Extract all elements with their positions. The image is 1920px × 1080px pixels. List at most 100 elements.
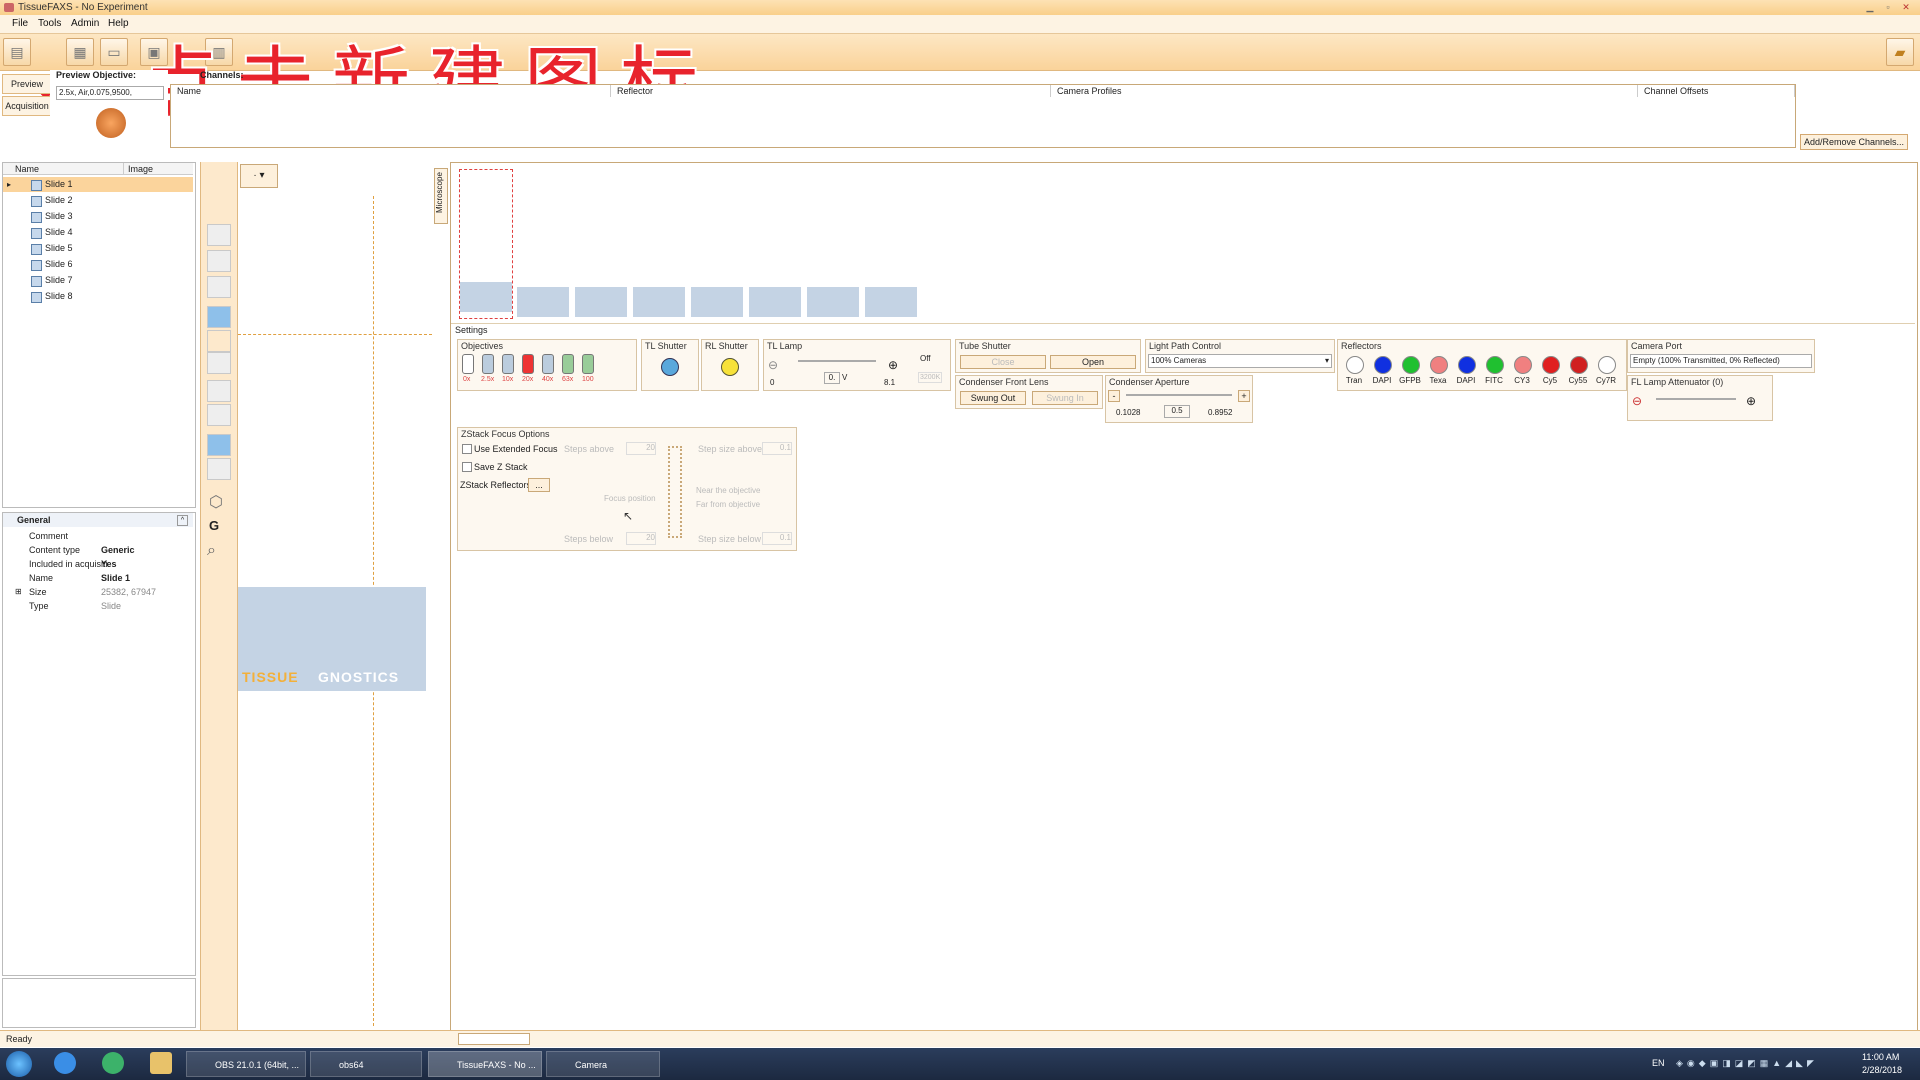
zstack-reflectors-button[interactable]: ... <box>528 478 550 492</box>
slide-slot[interactable] <box>865 169 917 317</box>
steps-above-input[interactable]: 20 <box>626 442 656 455</box>
slide-slot[interactable] <box>749 169 801 317</box>
ruler-tool-icon[interactable] <box>207 434 231 456</box>
menu-admin[interactable]: Admin <box>71 18 99 29</box>
menu-tools[interactable]: Tools <box>38 18 61 29</box>
aperture-minus-button[interactable]: - <box>1108 390 1120 402</box>
reflector-item[interactable]: CY3 <box>1508 354 1536 388</box>
lamp-minus-icon[interactable]: ⊖ <box>768 358 778 372</box>
step-size-below-input[interactable]: 0.1 <box>762 532 792 545</box>
slide-slot[interactable] <box>517 169 569 317</box>
clock-time[interactable]: 11:00 AM <box>1862 1052 1899 1062</box>
tree-col-name[interactable]: Name <box>3 163 123 175</box>
lamp-3200k-button[interactable]: 3200K <box>918 372 943 383</box>
fl-lamp-slider[interactable] <box>1656 398 1736 400</box>
light-path-select[interactable]: 100% Cameras ▾ <box>1148 354 1332 368</box>
tl-lamp-slider[interactable] <box>798 360 876 362</box>
tree-row[interactable]: Slide 7 <box>3 273 193 288</box>
view-dropdown[interactable]: · ▾ <box>240 164 278 188</box>
point-tool-icon[interactable] <box>207 330 231 352</box>
layer-tool-icon[interactable] <box>207 458 231 480</box>
region-tool-icon[interactable] <box>207 352 231 374</box>
camera-tool-icon[interactable] <box>207 224 231 246</box>
maximize-button[interactable]: ▫ <box>1880 1 1896 13</box>
chrome-icon[interactable] <box>102 1052 124 1074</box>
aperture-plus-button[interactable]: + <box>1238 390 1250 402</box>
tree-row[interactable]: ▸ Slide 1 <box>3 177 193 192</box>
explorer-icon[interactable] <box>150 1052 172 1074</box>
size-tool-icon[interactable] <box>207 404 231 426</box>
slide-slot[interactable] <box>691 169 743 317</box>
taskbar-item-obs64[interactable]: obs64 <box>310 1051 422 1077</box>
ie-icon[interactable] <box>54 1052 76 1074</box>
close-button[interactable]: ✕ <box>1898 1 1914 13</box>
tube-close-button[interactable]: Close <box>960 355 1046 369</box>
col-name[interactable]: Name <box>171 85 611 97</box>
reflector-item[interactable]: Tran <box>1340 354 1368 388</box>
language-indicator[interactable]: EN <box>1652 1058 1665 1068</box>
reflector-item[interactable]: Cy7R <box>1592 354 1620 388</box>
tray-icons[interactable]: ◈◉◆▣◨◪◩▦▲◢◣◤ <box>1676 1058 1836 1070</box>
taskbar-item-obs[interactable]: OBS 21.0.1 (64bit, ... <box>186 1051 306 1077</box>
extended-focus-checkbox[interactable] <box>462 444 472 454</box>
new-experiment-button[interactable]: ▤ <box>3 38 31 66</box>
clock-date[interactable]: 2/28/2018 <box>1862 1065 1902 1075</box>
tree-row[interactable]: Slide 4 <box>3 225 193 240</box>
lamp-plus-icon[interactable]: ⊕ <box>888 358 898 372</box>
save-zstack-checkbox[interactable] <box>462 462 472 472</box>
crosshair-tool-icon[interactable] <box>207 306 231 328</box>
slide-slot[interactable] <box>807 169 859 317</box>
tube-open-button[interactable]: Open <box>1050 355 1136 369</box>
reflector-item[interactable]: Texa <box>1424 354 1452 388</box>
slide-slot[interactable] <box>575 169 627 317</box>
taskbar-item-tissuefaxs[interactable]: TissueFAXS - No ... <box>428 1051 542 1077</box>
tree-col-image[interactable]: Image <box>123 163 193 175</box>
reflector-item[interactable]: FITC <box>1480 354 1508 388</box>
tree-row[interactable]: Slide 8 <box>3 289 193 304</box>
reflector-item[interactable]: GFPB <box>1396 354 1424 388</box>
slide-slot[interactable] <box>459 169 513 319</box>
lamp-value-input[interactable]: 0. <box>824 372 840 384</box>
col-camera-profiles[interactable]: Camera Profiles <box>1051 85 1638 97</box>
focus-slider[interactable] <box>668 446 682 538</box>
fl-minus-icon[interactable]: ⊖ <box>1632 394 1642 408</box>
tree-row[interactable]: Slide 6 <box>3 257 193 272</box>
tab-microscope[interactable]: Microscope <box>434 168 448 224</box>
lamp-off-label[interactable]: Off <box>920 354 931 363</box>
add-remove-channels-button[interactable]: Add/Remove Channels... <box>1800 134 1908 150</box>
menu-help[interactable]: Help <box>108 18 129 29</box>
tab-acquisition[interactable]: Acquisition <box>2 96 52 116</box>
tree-row[interactable]: Slide 3 <box>3 209 193 224</box>
swung-in-button[interactable]: Swung In <box>1032 391 1098 405</box>
menu-file[interactable]: File <box>12 18 28 29</box>
reflector-item[interactable]: DAPI <box>1452 354 1480 388</box>
tl-shutter-icon[interactable] <box>661 358 679 376</box>
minimize-button[interactable]: ▁ <box>1862 1 1878 13</box>
grid-tool-icon[interactable] <box>207 250 231 272</box>
slide-slot[interactable] <box>633 169 685 317</box>
steps-below-input[interactable]: 20 <box>626 532 656 545</box>
g-tool-icon[interactable]: G <box>209 518 219 533</box>
polygon-tool-icon[interactable]: ⬡ <box>209 492 223 512</box>
reflector-item[interactable]: Cy5 <box>1536 354 1564 388</box>
reflector-item[interactable]: Cy55 <box>1564 354 1592 388</box>
fl-plus-icon[interactable]: ⊕ <box>1746 394 1756 408</box>
tab-preview[interactable]: Preview <box>2 74 52 94</box>
collapse-icon[interactable]: ^ <box>177 515 188 526</box>
preview-objective-select[interactable]: 2.5x, Air,0.075,9500, <box>56 86 164 100</box>
reflector-item[interactable]: DAPI <box>1368 354 1396 388</box>
col-reflector[interactable]: Reflector <box>611 85 1051 97</box>
swung-out-button[interactable]: Swung Out <box>960 391 1026 405</box>
zoom-tool-icon[interactable]: ⌕ <box>207 542 216 560</box>
camera-port-select[interactable]: Empty (100% Transmitted, 0% Reflected) <box>1630 354 1812 368</box>
folder-icon[interactable]: ▰ <box>1886 38 1914 66</box>
start-button[interactable] <box>6 1051 32 1077</box>
objective-icons[interactable] <box>460 354 634 374</box>
rl-shutter-icon[interactable] <box>721 358 739 376</box>
slide-tool-icon[interactable] <box>207 276 231 298</box>
step-size-above-input[interactable]: 0.1 <box>762 442 792 455</box>
aperture-value-input[interactable]: 0.5 <box>1164 405 1190 418</box>
aperture-slider[interactable] <box>1126 394 1232 396</box>
tiles-tool-icon[interactable] <box>207 380 231 402</box>
tree-row[interactable]: Slide 5 <box>3 241 193 256</box>
